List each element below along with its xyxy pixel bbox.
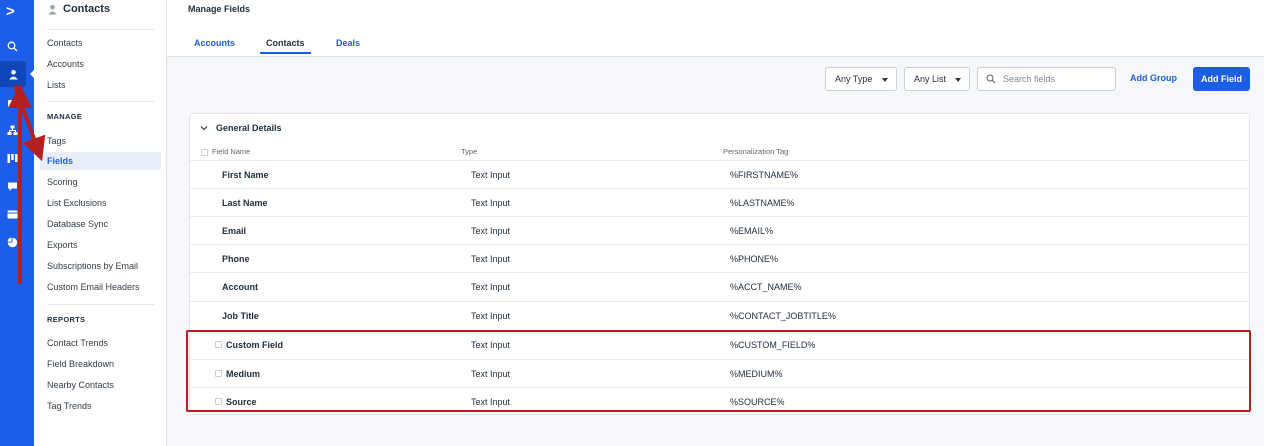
- conversations-icon[interactable]: [5, 179, 19, 193]
- type-filter-dropdown[interactable]: Any Type: [825, 67, 897, 91]
- sidebar-item-contacts[interactable]: Contacts: [47, 38, 83, 48]
- row-checkbox[interactable]: [215, 341, 222, 348]
- sidebar-item-contact-trends[interactable]: Contact Trends: [47, 338, 108, 348]
- sidebar-divider: [47, 101, 154, 102]
- add-field-button[interactable]: Add Field: [1193, 67, 1250, 91]
- sidebar-section-manage: MANAGE: [47, 112, 83, 121]
- tab-accounts[interactable]: Accounts: [194, 38, 235, 48]
- field-type: Text Input: [471, 397, 511, 407]
- field-tag: %SOURCE%: [730, 397, 785, 407]
- column-header-field-name: Field Name: [201, 147, 250, 156]
- field-type: Text Input: [471, 198, 511, 208]
- campaigns-icon[interactable]: [5, 96, 19, 110]
- field-name: Phone: [222, 254, 250, 264]
- search-icon[interactable]: [5, 39, 19, 53]
- table-row[interactable]: Last Name Text Input %LASTNAME%: [190, 188, 1249, 216]
- field-tag: %CUSTOM_FIELD%: [730, 340, 816, 350]
- sidebar-item-subscriptions-by-email[interactable]: Subscriptions by Email: [47, 261, 138, 271]
- field-name: Source: [226, 397, 257, 407]
- field-tag: %CONTACT_JOBTITLE%: [730, 311, 836, 321]
- field-tag: %EMAIL%: [730, 226, 774, 236]
- tab-deals[interactable]: Deals: [336, 38, 360, 48]
- field-name: Account: [222, 282, 258, 292]
- field-type: Text Input: [471, 369, 511, 379]
- list-filter-value: Any List: [914, 74, 947, 84]
- contacts-icon[interactable]: [0, 61, 26, 87]
- sidebar-title: Contacts: [47, 3, 110, 15]
- field-tag: %PHONE%: [730, 254, 779, 264]
- table-row[interactable]: Account Text Input %ACCT_NAME%: [190, 272, 1249, 300]
- chevron-down-icon[interactable]: [200, 124, 208, 132]
- logo-icon[interactable]: >: [6, 3, 15, 20]
- sidebar-item-lists[interactable]: Lists: [47, 80, 66, 90]
- column-header-type: Type: [461, 147, 478, 156]
- list-filter-dropdown[interactable]: Any List: [904, 67, 970, 91]
- table-row[interactable]: Custom Field Text Input %CUSTOM_FIELD%: [190, 330, 1249, 358]
- field-type: Text Input: [471, 254, 511, 264]
- field-tag: %FIRSTNAME%: [730, 170, 799, 180]
- chevron-down-icon: [882, 78, 888, 82]
- field-name: Job Title: [222, 311, 259, 321]
- table-row[interactable]: Medium Text Input %MEDIUM%: [190, 359, 1249, 387]
- search-icon: [986, 74, 996, 84]
- tab-contacts[interactable]: Contacts: [260, 38, 311, 54]
- automations-icon[interactable]: [5, 123, 19, 137]
- sidebar-section-reports: REPORTS: [47, 315, 86, 324]
- field-name: Last Name: [222, 198, 268, 208]
- field-type: Text Input: [471, 340, 511, 350]
- add-group-button[interactable]: Add Group: [1130, 73, 1177, 83]
- row-checkbox[interactable]: [215, 370, 222, 377]
- field-type: Text Input: [471, 311, 511, 321]
- field-type: Text Input: [471, 282, 511, 292]
- field-tag: %MEDIUM%: [730, 369, 783, 379]
- field-type: Text Input: [471, 170, 511, 180]
- search-input[interactable]: [1003, 74, 1103, 84]
- sidebar-divider: [47, 29, 154, 30]
- field-name: First Name: [222, 170, 269, 180]
- contacts-sidebar: Contacts Contacts Accounts Lists MANAGE …: [34, 0, 167, 446]
- table-row[interactable]: Email Text Input %EMAIL%: [190, 216, 1249, 244]
- type-filter-value: Any Type: [835, 74, 873, 84]
- reports-icon[interactable]: [5, 235, 19, 249]
- sidebar-item-exports[interactable]: Exports: [47, 240, 78, 250]
- field-name: Email: [222, 226, 247, 236]
- sidebar-item-database-sync[interactable]: Database Sync: [47, 219, 108, 229]
- sidebar-item-accounts[interactable]: Accounts: [47, 59, 84, 69]
- sidebar-item-custom-email-headers[interactable]: Custom Email Headers: [47, 282, 140, 292]
- website-icon[interactable]: [5, 207, 19, 221]
- table-row[interactable]: First Name Text Input %FIRSTNAME%: [190, 160, 1249, 188]
- field-tag: %ACCT_NAME%: [730, 282, 802, 292]
- sidebar-item-fields[interactable]: Fields: [40, 152, 161, 170]
- field-type: Text Input: [471, 226, 511, 236]
- page-title: Manage Fields: [188, 4, 251, 14]
- row-checkbox[interactable]: [215, 398, 222, 405]
- group-header[interactable]: General Details: [200, 123, 282, 133]
- chevron-down-icon: [955, 78, 961, 82]
- sidebar-item-scoring[interactable]: Scoring: [47, 177, 78, 187]
- field-name: Medium: [226, 369, 261, 379]
- page-header: Manage Fields Accounts Contacts Deals: [167, 0, 1264, 57]
- sidebar-item-field-breakdown[interactable]: Field Breakdown: [47, 359, 114, 369]
- person-icon: [48, 4, 57, 14]
- sidebar-item-nearby-contacts[interactable]: Nearby Contacts: [47, 380, 114, 390]
- table-row[interactable]: Source Text Input %SOURCE%: [190, 387, 1249, 415]
- search-box[interactable]: [977, 67, 1116, 91]
- column-header-personalization-tag: Personalization Tag: [723, 147, 789, 156]
- sidebar-item-tag-trends[interactable]: Tag Trends: [47, 401, 92, 411]
- group-name: General Details: [216, 123, 282, 133]
- table-row[interactable]: Job Title Text Input %CONTACT_JOBTITLE%: [190, 301, 1249, 329]
- sidebar-item-tags[interactable]: Tags: [47, 136, 66, 146]
- table-row[interactable]: Phone Text Input %PHONE%: [190, 244, 1249, 272]
- field-tag: %LASTNAME%: [730, 198, 795, 208]
- sidebar-item-list-exclusions[interactable]: List Exclusions: [47, 198, 107, 208]
- select-all-checkbox[interactable]: [201, 148, 208, 156]
- sidebar-divider: [47, 304, 154, 305]
- app-nav-rail: >: [0, 0, 35, 446]
- field-name: Custom Field: [226, 340, 284, 350]
- deals-icon[interactable]: [5, 151, 19, 165]
- fields-table: General Details Field Name Type Personal…: [189, 113, 1250, 415]
